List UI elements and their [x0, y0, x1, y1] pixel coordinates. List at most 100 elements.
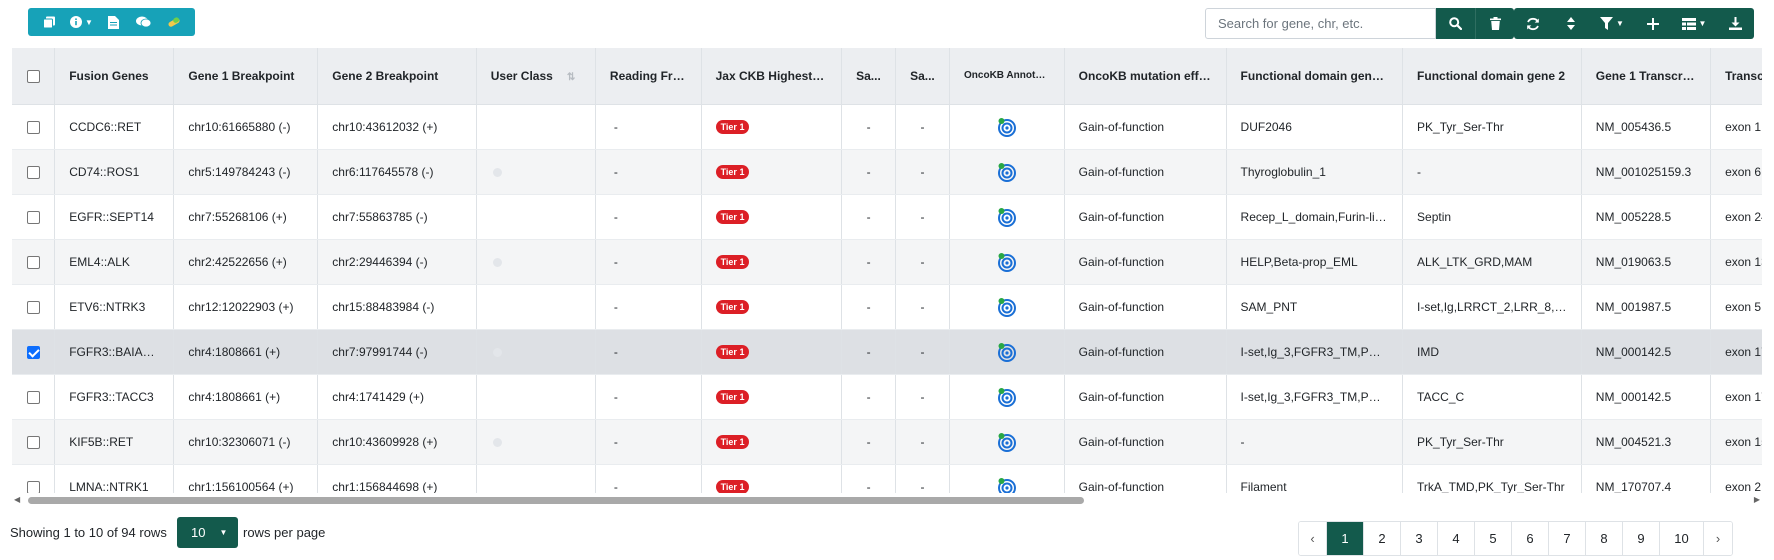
search-button[interactable] [1436, 8, 1475, 39]
table-row[interactable]: EML4::ALK chr2:42522656 (+) chr2:2944639… [12, 239, 1762, 285]
user-class-cell[interactable] [476, 239, 596, 285]
page-button-5[interactable]: 5 [1475, 522, 1512, 555]
search-input[interactable] [1205, 8, 1436, 39]
row-checkbox[interactable] [26, 345, 40, 359]
page-button-9[interactable]: 9 [1623, 522, 1660, 555]
page-button-3[interactable]: 3 [1401, 522, 1438, 555]
oncokb-target-icon[interactable] [997, 162, 1017, 182]
header-transcript2[interactable]: Transcri [1710, 48, 1762, 105]
oncokb-target-icon[interactable] [997, 432, 1017, 452]
filter-dropdown-button[interactable]: ▼ [1590, 8, 1634, 39]
row-checkbox[interactable] [26, 165, 40, 179]
row-checkbox-cell[interactable] [12, 464, 56, 493]
table-row[interactable]: KIF5B::RET chr10:32306071 (-) chr10:4360… [12, 419, 1762, 465]
table-row[interactable]: FGFR3::TACC3 chr4:1808661 (+) chr4:17414… [12, 374, 1762, 420]
columns-dropdown-button[interactable]: ▼ [1672, 8, 1716, 39]
horizontal-scroll-thumb[interactable] [28, 497, 1084, 504]
download-button[interactable] [1716, 8, 1754, 39]
row-checkbox-cell[interactable] [12, 194, 56, 240]
table-row[interactable]: LMNA::NTRK1 chr1:156100564 (+) chr1:1568… [12, 464, 1762, 493]
header-domain2[interactable]: Functional domain gene 2 [1402, 48, 1582, 105]
info-dropdown-button[interactable]: ▼ [64, 8, 99, 36]
header-domain1[interactable]: Functional domain gene 1 [1226, 48, 1404, 105]
header-oncokb-effect[interactable]: OncoKB mutation effect [1064, 48, 1227, 105]
user-class-cell[interactable] [476, 464, 596, 493]
user-class-cell[interactable] [476, 149, 596, 195]
user-class-cell[interactable] [476, 419, 596, 465]
row-checkbox-cell[interactable] [12, 374, 56, 420]
user-class-cell[interactable] [476, 374, 596, 420]
page-button-4[interactable]: 4 [1438, 522, 1475, 555]
table-row[interactable]: EGFR::SEPT14 chr7:55268106 (+) chr7:5586… [12, 194, 1762, 240]
user-class-cell[interactable] [476, 284, 596, 330]
table-row[interactable]: CD74::ROS1 chr5:149784243 (-) chr6:11764… [12, 149, 1762, 195]
oncokb-annotation-cell[interactable] [949, 374, 1065, 420]
select-all-checkbox-cell[interactable] [12, 48, 56, 105]
row-checkbox[interactable] [26, 120, 40, 134]
comments-button[interactable] [129, 8, 159, 36]
row-checkbox-cell[interactable] [12, 104, 56, 150]
row-checkbox-cell[interactable] [12, 149, 56, 195]
oncokb-annotation-cell[interactable] [949, 284, 1065, 330]
page-button-8[interactable]: 8 [1586, 522, 1623, 555]
row-checkbox[interactable] [26, 390, 40, 404]
header-user-class[interactable]: User Class ⇅ [476, 48, 596, 105]
oncokb-target-icon[interactable] [997, 342, 1017, 362]
next-page-button[interactable]: › [1704, 522, 1732, 555]
oncokb-target-icon[interactable] [997, 117, 1017, 137]
table-row[interactable]: CCDC6::RET chr10:61665880 (-) chr10:4361… [12, 104, 1762, 150]
sort-button[interactable] [1552, 8, 1590, 39]
pill-button[interactable] [159, 8, 189, 36]
page-button-10[interactable]: 10 [1660, 522, 1704, 555]
page-size-dropdown[interactable]: 10 ▼ [177, 517, 238, 548]
document-button[interactable] [99, 8, 129, 36]
header-jax-tier[interactable]: Jax CKB Highest Tier [701, 48, 843, 105]
row-checkbox[interactable] [26, 480, 40, 493]
oncokb-annotation-cell[interactable] [949, 194, 1065, 240]
row-checkbox-cell[interactable] [12, 419, 56, 465]
table-row[interactable]: ETV6::NTRK3 chr12:12022903 (+) chr15:884… [12, 284, 1762, 330]
row-checkbox[interactable] [26, 255, 40, 269]
refresh-button[interactable] [1514, 8, 1552, 39]
header-sa2[interactable]: Sa... [895, 48, 951, 105]
row-checkbox-cell[interactable] [12, 329, 56, 375]
header-transcript1[interactable]: Gene 1 Transcript [1581, 48, 1712, 105]
table-row[interactable]: FGFR3::BAIAP2L1 chr4:1808661 (+) chr7:97… [12, 329, 1762, 375]
page-button-7[interactable]: 7 [1549, 522, 1586, 555]
page-button-2[interactable]: 2 [1364, 522, 1401, 555]
user-class-cell[interactable] [476, 329, 596, 375]
copy-button[interactable] [34, 8, 64, 36]
oncokb-annotation-cell[interactable] [949, 329, 1065, 375]
oncokb-target-icon[interactable] [997, 477, 1017, 494]
oncokb-annotation-cell[interactable] [949, 149, 1065, 195]
header-fusion-genes[interactable]: Fusion Genes [54, 48, 175, 105]
page-button-1[interactable]: 1 [1327, 522, 1364, 555]
oncokb-annotation-cell[interactable] [949, 464, 1065, 494]
row-checkbox[interactable] [26, 210, 40, 224]
oncokb-target-icon[interactable] [997, 207, 1017, 227]
oncokb-target-icon[interactable] [997, 387, 1017, 407]
row-checkbox[interactable] [26, 435, 40, 449]
header-gene1-breakpoint[interactable]: Gene 1 Breakpoint [173, 48, 319, 105]
user-class-cell[interactable] [476, 104, 596, 150]
header-reading-frame[interactable]: Reading Frame [595, 48, 702, 105]
clear-search-button[interactable] [1475, 8, 1514, 39]
horizontal-scrollbar[interactable]: ◀ ▶ [12, 495, 1762, 505]
header-sa1[interactable]: Sa... [841, 48, 897, 105]
select-all-checkbox[interactable] [26, 69, 40, 83]
scroll-right-arrow-icon[interactable]: ▶ [1754, 495, 1760, 505]
add-button[interactable] [1634, 8, 1672, 39]
user-class-cell[interactable] [476, 194, 596, 240]
header-gene2-breakpoint[interactable]: Gene 2 Breakpoint [317, 48, 477, 105]
prev-page-button[interactable]: ‹ [1299, 522, 1327, 555]
page-button-6[interactable]: 6 [1512, 522, 1549, 555]
oncokb-target-icon[interactable] [997, 297, 1017, 317]
oncokb-annotation-cell[interactable] [949, 104, 1065, 150]
oncokb-annotation-cell[interactable] [949, 419, 1065, 465]
scroll-left-arrow-icon[interactable]: ◀ [14, 495, 20, 505]
row-checkbox-cell[interactable] [12, 239, 56, 285]
header-oncokb-annotation[interactable]: OncoKB Annotation [949, 48, 1065, 105]
oncokb-annotation-cell[interactable] [949, 239, 1065, 285]
row-checkbox-cell[interactable] [12, 284, 56, 330]
oncokb-target-icon[interactable] [997, 252, 1017, 272]
